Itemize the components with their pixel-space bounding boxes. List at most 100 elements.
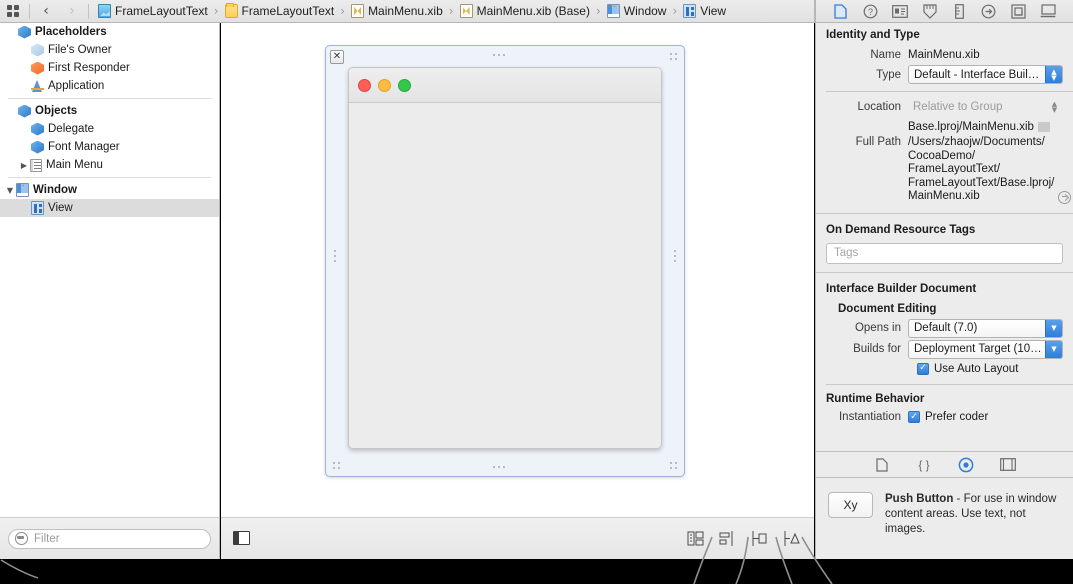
connections-inspector-tab[interactable]: [978, 2, 1000, 21]
bindings-inspector-tab[interactable]: [1008, 2, 1030, 21]
pin-button[interactable]: [748, 530, 770, 548]
breadcrumb-separator-icon: ›: [596, 4, 601, 18]
minimize-yellow-icon[interactable]: [378, 79, 391, 92]
close-red-icon[interactable]: [358, 79, 371, 92]
resize-handle-right[interactable]: [674, 250, 676, 262]
use-auto-layout-row[interactable]: ✓ Use Auto Layout: [816, 360, 1073, 378]
window-icon: [16, 183, 29, 197]
cube-pale-icon: [31, 44, 44, 57]
braces-icon: { }: [916, 458, 932, 472]
prefer-coder-label: Prefer coder: [925, 411, 988, 423]
location-select[interactable]: Relative to Group ▲▼: [908, 97, 1063, 116]
breadcrumb-separator-icon: ›: [214, 4, 219, 18]
attributes-icon: [923, 4, 937, 19]
utilities-panel: ?: [815, 0, 1073, 584]
outline-section-label: Window: [33, 184, 77, 196]
ruler-icon: [955, 4, 964, 19]
builds-for-select[interactable]: Deployment Target (10.11) ▼: [908, 340, 1063, 359]
full-path-line: MainMenu.xib: [908, 190, 980, 202]
mock-window[interactable]: [348, 67, 662, 449]
align-button[interactable]: [716, 530, 738, 548]
builds-for-row: Builds for Deployment Target (10.11) ▼: [816, 339, 1073, 360]
folder-icon[interactable]: [1038, 122, 1050, 132]
outline-item-main-menu[interactable]: ▶ Main Menu: [0, 156, 219, 174]
file-template-library-tab[interactable]: [872, 455, 892, 475]
mock-window-content-view[interactable]: [349, 103, 661, 449]
quick-help-tab[interactable]: ?: [859, 2, 881, 21]
builds-for-value: Deployment Target (10.11): [914, 343, 1062, 355]
mock-window-titlebar: [349, 68, 661, 103]
outline-item-application[interactable]: Application: [0, 77, 219, 95]
grid-view-button[interactable]: [0, 0, 26, 23]
breadcrumb-item-project[interactable]: FrameLayoutText: [96, 0, 210, 23]
outline-section-label: Placeholders: [35, 26, 107, 38]
name-row: Name MainMenu.xib: [816, 45, 1073, 64]
media-library-tab[interactable]: [998, 455, 1018, 475]
svg-text:{ }: { }: [918, 458, 929, 472]
resize-handle-top[interactable]: [493, 54, 505, 56]
reveal-in-finder-icon[interactable]: [1058, 191, 1071, 204]
file-inspector-tab[interactable]: [830, 2, 852, 21]
type-value: Default - Interface Builder…: [914, 69, 1062, 81]
interface-builder-document-title: Interface Builder Document: [816, 277, 1073, 299]
resize-handle-bottom[interactable]: [493, 466, 505, 468]
full-path-line: CocoaDemo/: [908, 150, 975, 162]
back-button[interactable]: ‹: [33, 0, 59, 23]
resize-handle-bottom-left[interactable]: [333, 462, 340, 469]
outline-item-label: Main Menu: [46, 159, 103, 171]
xcodeproj-icon: [98, 4, 111, 18]
size-inspector-tab[interactable]: [948, 2, 970, 21]
breadcrumb-item-view[interactable]: View: [681, 0, 728, 23]
object-library-tab[interactable]: [956, 455, 976, 475]
disclosure-triangle-down-icon[interactable]: ▼: [4, 184, 16, 196]
opens-in-select[interactable]: Default (7.0) ▼: [908, 319, 1063, 338]
filter-placeholder: Filter: [34, 533, 60, 545]
outline-section-placeholders[interactable]: ▶ Placeholders: [0, 23, 219, 41]
tags-input[interactable]: Tags: [826, 243, 1063, 264]
filter-input[interactable]: Filter: [8, 529, 211, 549]
stack-view-button[interactable]: [684, 530, 706, 548]
interface-builder-canvas[interactable]: ✕: [221, 23, 814, 517]
xib-icon: [460, 4, 473, 18]
media-icon: [1000, 458, 1016, 471]
breadcrumb-item-folder[interactable]: FrameLayoutText: [223, 0, 337, 23]
breadcrumb-item-xib-base[interactable]: MainMenu.xib (Base): [458, 0, 592, 23]
divider: [826, 384, 1073, 385]
breadcrumb-item-xib[interactable]: MainMenu.xib: [349, 0, 445, 23]
resolve-issues-button[interactable]: [780, 530, 802, 548]
prefer-coder-checkbox[interactable]: ✓: [908, 411, 920, 423]
zoom-green-icon[interactable]: [398, 79, 411, 92]
disclosure-triangle-right-icon[interactable]: ▶: [18, 159, 30, 171]
runtime-behavior-title: Runtime Behavior: [816, 389, 1073, 408]
outline-item-delegate[interactable]: Delegate: [0, 120, 219, 138]
window-close-badge[interactable]: ✕: [330, 50, 344, 64]
document-outline-toggle[interactable]: [221, 517, 261, 559]
forward-button[interactable]: ›: [59, 0, 85, 23]
view-effects-tab[interactable]: [1037, 2, 1059, 21]
location-row: Location Relative to Group ▲▼: [816, 96, 1073, 117]
full-path-line: FrameLayoutText/Base.lproj/: [908, 177, 1054, 189]
outline-section-window[interactable]: ▼ Window: [0, 181, 219, 199]
use-auto-layout-label: Use Auto Layout: [934, 363, 1018, 375]
type-select[interactable]: Default - Interface Builder… ▲▼: [908, 65, 1063, 84]
name-value: MainMenu.xib: [908, 49, 980, 61]
resize-handle-left[interactable]: [334, 250, 336, 262]
document-outline-panel: ▶ Placeholders File's Owner First Respon…: [0, 23, 220, 517]
outline-item-label: View: [48, 202, 73, 214]
type-row: Type Default - Interface Builder… ▲▼: [816, 64, 1073, 85]
outline-section-objects[interactable]: ▶ Objects: [0, 102, 219, 120]
push-button-thumbnail[interactable]: Xy: [828, 492, 873, 518]
outline-item-font-manager[interactable]: Font Manager: [0, 138, 219, 156]
use-auto-layout-checkbox[interactable]: ✓: [917, 363, 929, 375]
inspector-tab-bar: ?: [816, 0, 1073, 23]
identity-inspector-tab[interactable]: [889, 2, 911, 21]
outline-item-first-responder[interactable]: First Responder: [0, 59, 219, 77]
breadcrumb-item-window[interactable]: Window: [605, 0, 669, 23]
window-object-selected[interactable]: ✕: [325, 45, 685, 477]
resize-handle-top-right[interactable]: [670, 53, 677, 60]
outline-item-view[interactable]: View: [0, 199, 219, 217]
resize-handle-bottom-right[interactable]: [670, 462, 677, 469]
code-snippet-library-tab[interactable]: { }: [914, 455, 934, 475]
attributes-inspector-tab[interactable]: [919, 2, 941, 21]
outline-item-files-owner[interactable]: File's Owner: [0, 41, 219, 59]
